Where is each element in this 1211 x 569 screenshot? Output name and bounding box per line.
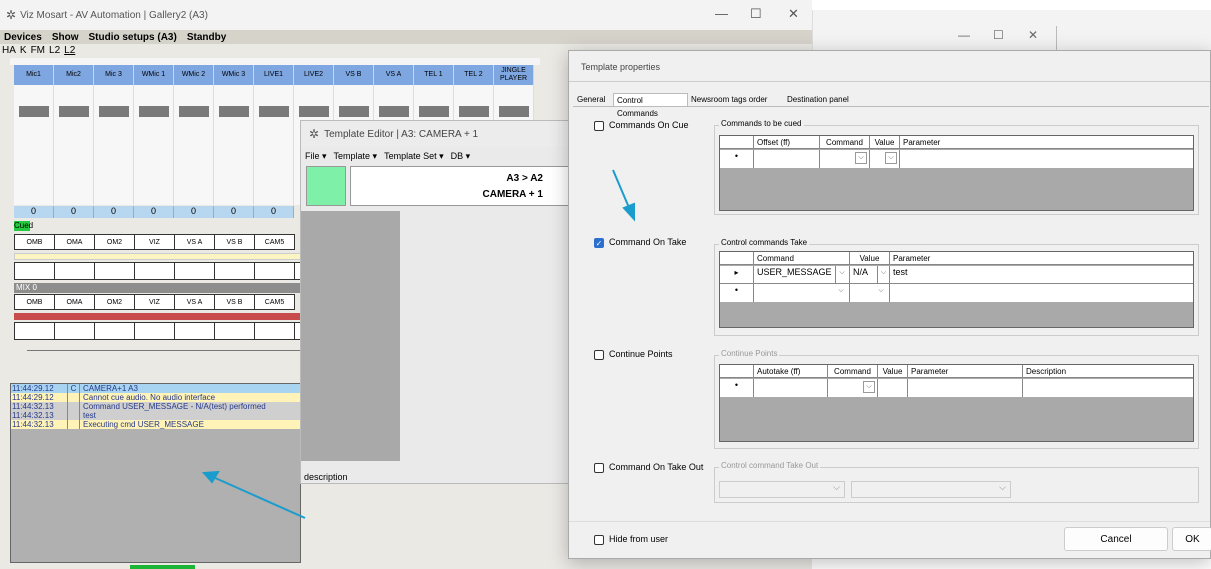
annotation-arrow-icon bbox=[612, 169, 635, 222]
annotation-arrows bbox=[201, 169, 635, 519]
annotation-arrow-icon bbox=[201, 470, 306, 519]
